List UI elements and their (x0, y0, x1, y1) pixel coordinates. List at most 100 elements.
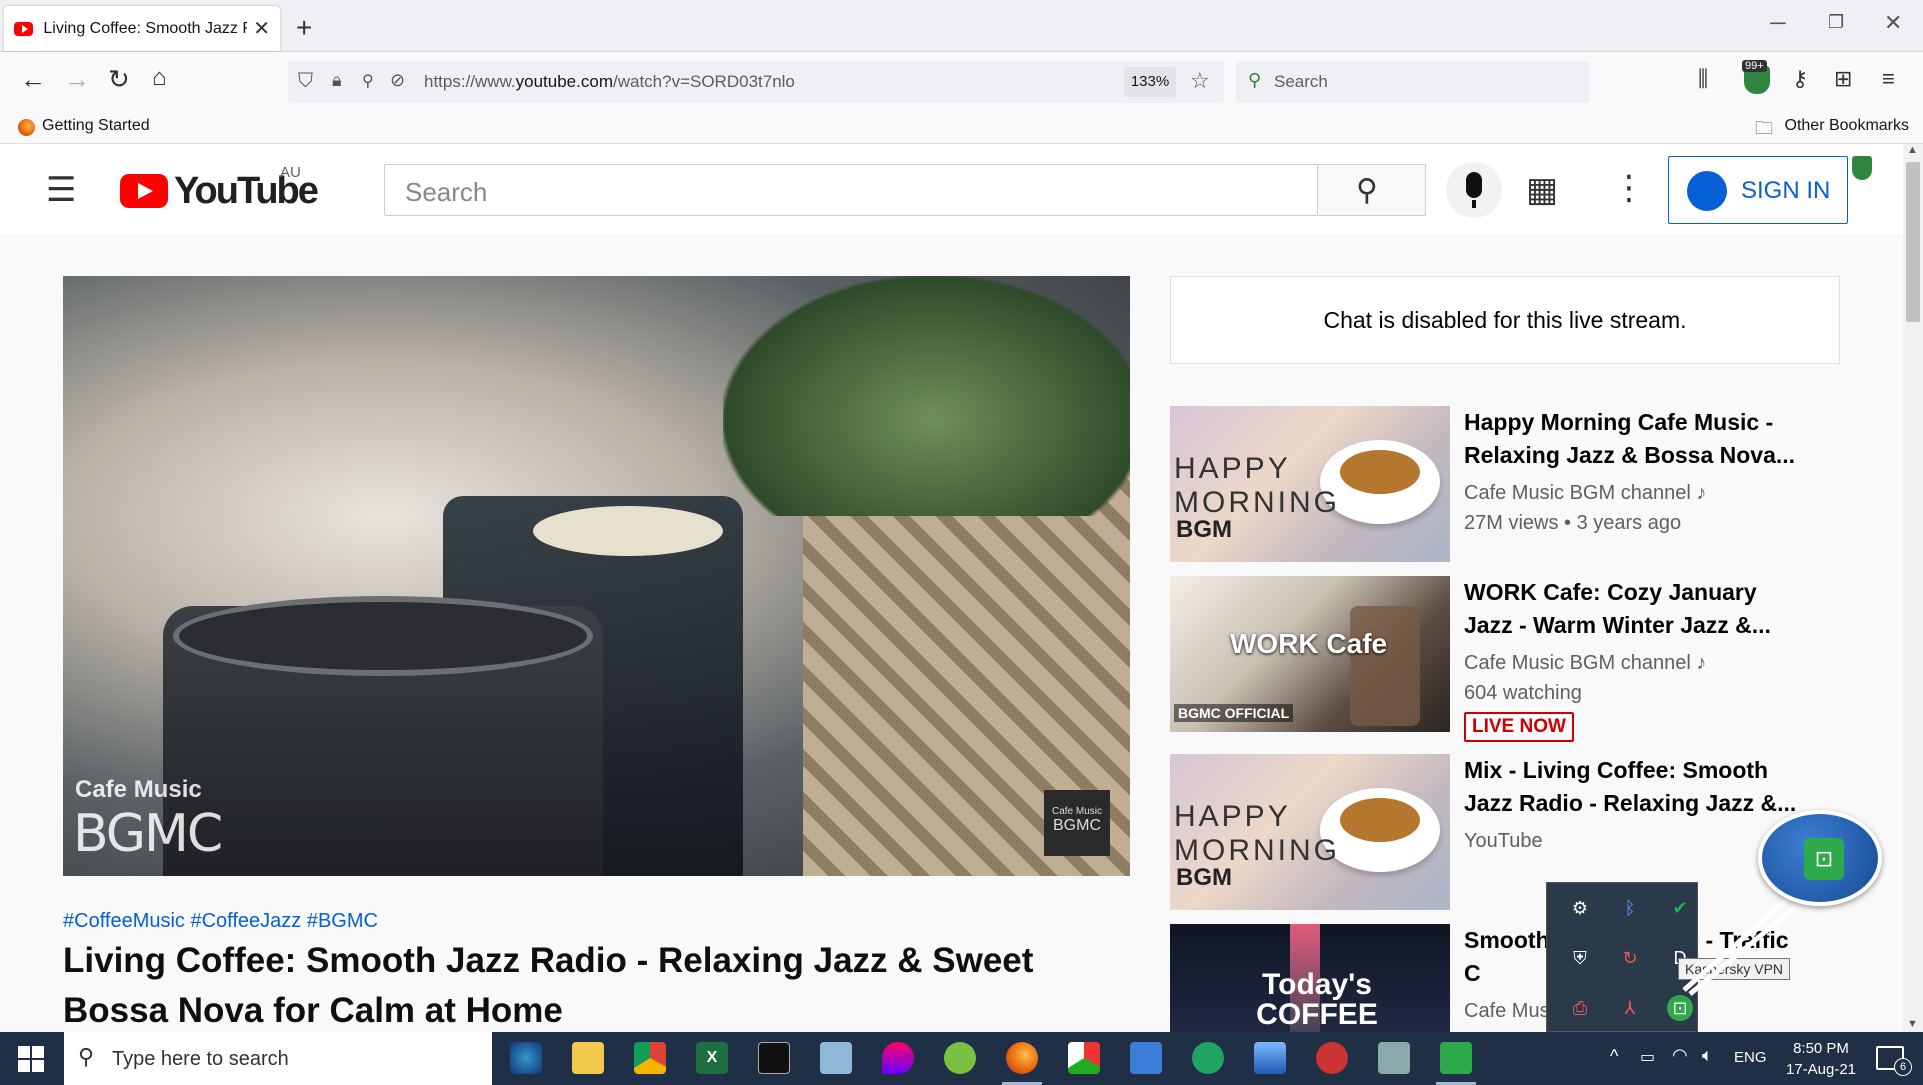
video-thumbnail[interactable]: Today's COFFEE (1170, 924, 1450, 1032)
corner-logo-bottom: BGMC (1053, 817, 1101, 834)
recommendation-item[interactable]: HAPPY MORNING BGM Happy Morning Cafe Mus… (1170, 406, 1870, 564)
acrobat-icon[interactable]: ⅄ (1617, 995, 1643, 1021)
channel-corner-logo: Cafe Music BGMC (1044, 790, 1110, 856)
video-player[interactable]: Cafe Music BGMC Cafe Music BGMC (63, 276, 1130, 876)
forward-icon[interactable]: → (64, 64, 90, 95)
channel-name: Cafe Music BGM channel (1464, 482, 1691, 504)
volume-icon[interactable]: 🔈︎ (1702, 1045, 1713, 1066)
live-now-badge: LIVE NOW (1464, 712, 1574, 742)
media-icon[interactable] (1316, 1042, 1348, 1074)
edge-icon[interactable] (510, 1042, 542, 1074)
photos-icon[interactable] (1254, 1042, 1286, 1074)
recycle-icon[interactable] (1192, 1042, 1224, 1074)
close-tab-icon[interactable]: ✕ (253, 16, 270, 41)
video-thumbnail[interactable]: WORK Cafe BGMC OFFICIAL (1170, 576, 1450, 732)
network-adapter-icon[interactable]: ⚙ (1567, 895, 1593, 921)
excel-icon[interactable]: X (696, 1042, 728, 1074)
firefox-taskbar-icon[interactable] (1006, 1042, 1038, 1074)
restore-icon[interactable]: ❐ (1828, 12, 1844, 33)
scroll-thumb[interactable] (1906, 162, 1920, 322)
kaspersky-tray-icon[interactable]: ✔ (1667, 895, 1693, 921)
android-icon[interactable] (944, 1042, 976, 1074)
voice-search-button[interactable] (1446, 162, 1502, 218)
youtube-search-button[interactable]: ⚲ (1318, 164, 1426, 216)
bookmark-other-bookmarks[interactable]: Other Bookmarks (1785, 117, 1909, 135)
minimize-icon[interactable]: ─ (1770, 10, 1786, 36)
close-window-icon[interactable]: ✕ (1884, 10, 1902, 36)
taskbar-search-box[interactable]: ⚲ Type here to search (64, 1032, 492, 1085)
youtube-search-input[interactable]: Search (384, 164, 1318, 216)
permissions-icon[interactable]: ⚲ (362, 71, 374, 91)
thumb-subtext: BGMC OFFICIAL (1174, 704, 1294, 722)
terminal-icon[interactable] (758, 1042, 790, 1074)
more-options-icon[interactable]: ⋮ (1612, 168, 1646, 208)
lock-icon[interactable]: 🔒︎ (332, 70, 342, 91)
new-tab-icon[interactable]: + (296, 12, 312, 44)
menu-icon[interactable]: ≡ (1882, 66, 1895, 92)
sync-icon[interactable]: ↻ (1617, 945, 1643, 971)
bookmark-getting-started[interactable]: Getting Started (42, 117, 150, 135)
hamburger-menu-icon[interactable]: ☰ (46, 170, 76, 210)
language-indicator[interactable]: ENG (1734, 1049, 1767, 1066)
recommendation-channel[interactable]: Cafe Music BGM channel ♪ (1464, 652, 1706, 675)
wifi-icon[interactable]: ◠ (1672, 1045, 1688, 1066)
thumb-text: HAPPY MORNING (1174, 452, 1340, 519)
channel-name: Cafe Music BGM channel (1464, 652, 1691, 674)
chrome-icon[interactable] (634, 1042, 666, 1074)
show-hidden-icons-icon[interactable]: ^ (1610, 1046, 1618, 1067)
apps-grid-icon[interactable]: ▦ (1526, 170, 1558, 210)
video-hashtags[interactable]: #CoffeeMusic #CoffeeJazz #BGMC (63, 910, 378, 933)
scroll-down-icon[interactable]: ▼ (1907, 1018, 1918, 1030)
recommendation-meta: 27M views • 3 years ago (1464, 512, 1682, 534)
search-bar[interactable]: ⚲ Search (1236, 61, 1590, 103)
bookmark-star-icon[interactable]: ☆ (1190, 68, 1210, 94)
home-icon[interactable]: ⌂ (152, 64, 167, 92)
clock[interactable]: 8:50 PM 17-Aug-21 (1778, 1038, 1864, 1080)
firefox-icon (18, 119, 35, 136)
recommendation-title[interactable]: Happy Morning Cafe Music - Relaxing Jazz… (1464, 406, 1804, 472)
battery-icon[interactable]: ▭ (1640, 1047, 1655, 1067)
file-explorer-icon[interactable] (572, 1042, 604, 1074)
recommendation-item[interactable]: HAPPY MORNING BGM Mix - Living Coffee: S… (1170, 754, 1870, 912)
app-icon[interactable] (1068, 1042, 1100, 1074)
kaspersky-taskbar-icon[interactable] (1440, 1042, 1472, 1074)
recommendation-channel[interactable]: YouTube (1464, 830, 1543, 853)
extension-icon[interactable]: ⊞ (1834, 66, 1852, 92)
bluetooth-icon[interactable]: ᛒ (1617, 895, 1643, 921)
page-scrollbar[interactable]: ▲ ▼ (1903, 144, 1923, 1032)
music-note-icon: ♪ (1696, 652, 1707, 674)
tracking-shield-icon[interactable]: ⛉ (298, 70, 313, 93)
paint-icon[interactable] (1378, 1042, 1410, 1074)
sign-in-button[interactable]: SIGN IN (1668, 156, 1848, 224)
youtube-logo-icon[interactable] (120, 174, 168, 208)
start-pane (32, 1060, 44, 1072)
security-shield-icon[interactable]: ⛨ (1567, 945, 1593, 971)
corner-logo-top: Cafe Music (1051, 806, 1102, 817)
zoom-level[interactable]: 133% (1124, 67, 1176, 97)
scroll-up-icon[interactable]: ▲ (1907, 144, 1918, 156)
recommendation-meta: 604 watching (1464, 682, 1582, 704)
notepad-icon[interactable] (820, 1042, 852, 1074)
kaspersky-vpn-icon[interactable]: ⊡ (1667, 995, 1693, 1021)
back-icon[interactable]: ← (20, 64, 46, 95)
autoplay-blocked-icon[interactable]: ⊘ (390, 70, 405, 91)
key-extension-icon[interactable]: ⚷ (1792, 66, 1808, 92)
recommendation-title[interactable]: Mix - Living Coffee: Smooth Jazz Radio -… (1464, 754, 1804, 820)
search-placeholder: Search (1274, 72, 1328, 91)
recommendation-item[interactable]: WORK Cafe BGMC OFFICIAL WORK Cafe: Cozy … (1170, 576, 1870, 742)
contacts-icon[interactable] (1130, 1042, 1162, 1074)
windows-start-icon[interactable] (18, 1046, 44, 1072)
color-drop-icon[interactable] (882, 1042, 914, 1074)
microphone-icon (1466, 172, 1482, 198)
browser-tab[interactable]: Living Coffee: Smooth Jazz Radi ✕ (4, 6, 280, 51)
reload-icon[interactable]: ↻ (108, 64, 130, 95)
url-bar[interactable]: ⛉ 🔒︎ ⚲ ⊘ https://www.youtube.com/watch?v… (288, 61, 1224, 103)
library-icon[interactable]: ⫼ (1698, 66, 1708, 92)
recommendation-title[interactable]: WORK Cafe: Cozy January Jazz - Warm Wint… (1464, 576, 1804, 642)
device-icon[interactable]: ⎙ (1567, 995, 1593, 1021)
video-thumbnail[interactable]: HAPPY MORNING BGM (1170, 406, 1450, 562)
video-thumbnail[interactable]: HAPPY MORNING BGM (1170, 754, 1450, 910)
start-pane (32, 1046, 44, 1058)
recommendation-channel[interactable]: Cafe Music BGM channel ♪ (1464, 482, 1706, 505)
recommendation-channel[interactable]: Cafe Mus (1464, 1000, 1550, 1023)
